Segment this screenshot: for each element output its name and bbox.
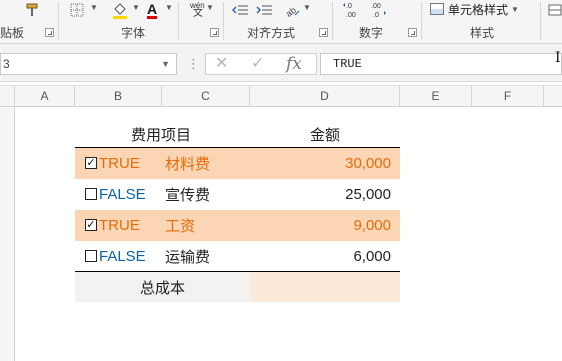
group-label-font: 字体: [121, 26, 146, 40]
name-box[interactable]: 3 ▼: [0, 53, 177, 75]
phonetic-icon[interactable]: 文: [193, 9, 203, 19]
svg-text:.0: .0: [373, 12, 379, 19]
amount-cell[interactable]: 6,000: [353, 241, 391, 272]
table-header-row: 费用项目 金额: [75, 121, 400, 147]
table-row: ✓ TRUE 工资 9,000: [75, 210, 400, 241]
cell-styles-icon: [430, 3, 444, 15]
column-header-a[interactable]: A: [15, 86, 75, 107]
increase-indent-icon[interactable]: [254, 0, 274, 20]
select-all-corner[interactable]: [0, 86, 15, 107]
insert-function-icon[interactable]: fx: [286, 54, 302, 74]
enter-icon[interactable]: ✓: [251, 54, 264, 74]
group-label-clipboard: 贴板: [0, 26, 25, 40]
orientation-icon[interactable]: ab: [283, 0, 301, 20]
checkbox[interactable]: ✓: [85, 219, 97, 231]
decrease-indent-icon[interactable]: [230, 0, 250, 20]
ribbon: 贴板 ▼ ▼ A ▼ wén 文 ▼ 字体 ab ▼ 对齐方式 .0.00 .0…: [0, 0, 562, 44]
total-value[interactable]: [250, 272, 400, 302]
number-launcher-icon[interactable]: [408, 28, 417, 37]
font-color-icon[interactable]: A: [143, 0, 161, 20]
svg-text:.0: .0: [346, 3, 352, 10]
column-header-e[interactable]: E: [400, 86, 472, 107]
name-box-dropdown-icon[interactable]: ▼: [161, 54, 170, 74]
divider: [540, 2, 541, 40]
increase-decimal-icon[interactable]: .0.00: [341, 0, 363, 20]
amount-cell[interactable]: 9,000: [353, 210, 391, 241]
name-box-value: 3: [3, 57, 10, 71]
checkbox[interactable]: [85, 188, 97, 200]
item-cell[interactable]: 材料费: [165, 148, 210, 179]
group-label-styles: 样式: [470, 26, 495, 40]
clipboard-launcher-icon[interactable]: [45, 28, 54, 37]
formula-bar: 3 ▼ ⋮ ✕ ✓ fx TRUE: [0, 44, 562, 82]
table-row: FALSE 宣传费 25,000: [75, 179, 400, 210]
group-label-number: 数字: [359, 26, 384, 40]
column-headers: A B C D E F: [0, 85, 562, 107]
insert-cells-icon[interactable]: [548, 0, 562, 20]
item-cell[interactable]: 工资: [165, 210, 195, 241]
column-header-b[interactable]: B: [75, 86, 162, 107]
alignment-launcher-icon[interactable]: [319, 28, 328, 37]
font-color-dropdown-icon[interactable]: ▼: [165, 3, 173, 12]
group-label-alignment: 对齐方式: [247, 26, 296, 40]
header-item[interactable]: 费用项目: [131, 121, 191, 147]
format-painter-icon[interactable]: [22, 0, 42, 20]
fill-color-icon[interactable]: [110, 0, 130, 20]
cancel-icon[interactable]: ✕: [215, 54, 228, 74]
bool-cell[interactable]: TRUE: [99, 148, 140, 179]
borders-dropdown-icon[interactable]: ▼: [90, 3, 98, 12]
bool-cell[interactable]: FALSE: [99, 179, 146, 210]
checkbox[interactable]: ✓: [85, 157, 97, 169]
divider: [421, 2, 422, 40]
formula-input[interactable]: TRUE: [320, 53, 562, 75]
column-header-f[interactable]: F: [472, 86, 544, 107]
check-mark-icon: ✓: [86, 219, 96, 231]
fill-color-dropdown-icon[interactable]: ▼: [132, 3, 140, 12]
orientation-dropdown-icon[interactable]: ▼: [303, 3, 311, 12]
cell-styles-dropdown-icon: ▼: [511, 4, 519, 14]
svg-text:ab: ab: [284, 5, 298, 18]
divider: [58, 2, 59, 40]
table-row: ✓ TRUE 材料费 30,000: [75, 148, 400, 179]
header-amount[interactable]: 金额: [310, 121, 340, 147]
item-cell[interactable]: 运输费: [165, 241, 210, 272]
svg-text:.00: .00: [371, 3, 381, 10]
borders-icon[interactable]: [68, 0, 86, 20]
checkbox[interactable]: [85, 250, 97, 262]
decrease-decimal-icon[interactable]: .00.0: [368, 0, 390, 20]
bool-cell[interactable]: FALSE: [99, 241, 146, 272]
check-mark-icon: ✓: [86, 157, 96, 169]
text-cursor-icon: I: [555, 50, 561, 66]
bool-cell[interactable]: TRUE: [99, 210, 140, 241]
formula-bar-splitter-icon[interactable]: ⋮: [187, 56, 200, 72]
row-headers: [0, 107, 15, 361]
formula-bar-buttons: ✕ ✓ fx: [205, 53, 317, 75]
divider: [332, 2, 333, 40]
divider: [178, 2, 179, 40]
cell-styles-button[interactable]: 单元格样式 ▼: [430, 0, 519, 18]
svg-text:.00: .00: [346, 12, 356, 19]
cell-styles-label: 单元格样式: [448, 2, 509, 17]
amount-cell[interactable]: 30,000: [345, 148, 391, 179]
column-header-c[interactable]: C: [162, 86, 250, 107]
divider: [223, 2, 224, 40]
item-cell[interactable]: 宣传费: [165, 179, 210, 210]
column-header-d[interactable]: D: [250, 86, 400, 107]
total-label[interactable]: 总成本: [75, 272, 250, 302]
amount-cell[interactable]: 25,000: [345, 179, 391, 210]
phonetic-dropdown-icon[interactable]: ▼: [206, 3, 214, 12]
table-row: FALSE 运输费 6,000: [75, 241, 400, 272]
font-launcher-icon[interactable]: [210, 28, 219, 37]
